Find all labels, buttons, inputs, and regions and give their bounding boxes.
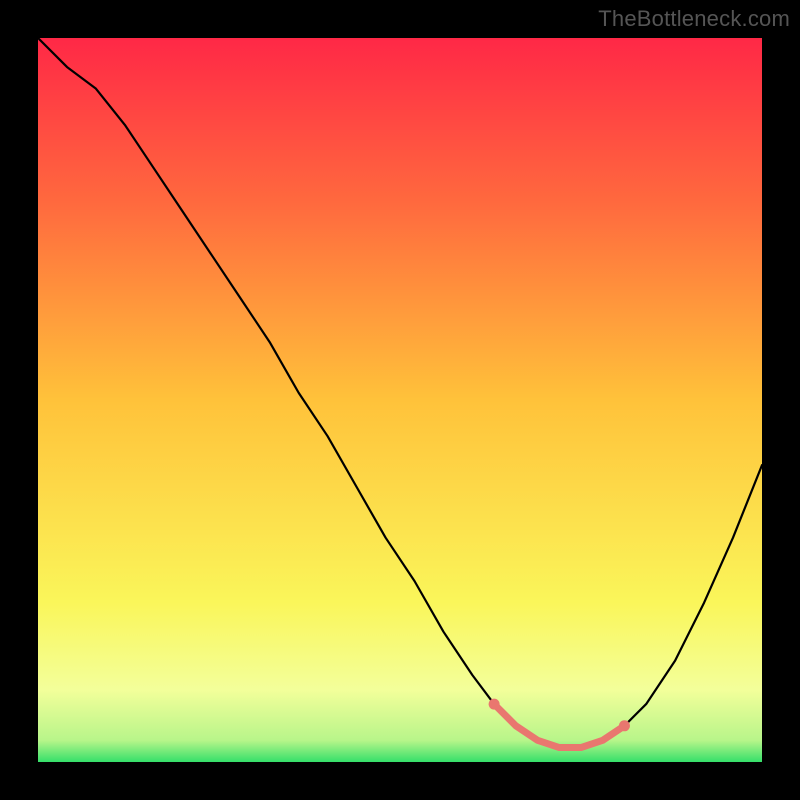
highlight-endpoint-dot (489, 699, 500, 710)
watermark-text: TheBottleneck.com (598, 6, 790, 32)
chart-svg (38, 38, 762, 762)
chart-frame: TheBottleneck.com (0, 0, 800, 800)
plot-area (38, 38, 762, 762)
gradient-background (38, 38, 762, 762)
highlight-endpoint-dot (619, 720, 630, 731)
